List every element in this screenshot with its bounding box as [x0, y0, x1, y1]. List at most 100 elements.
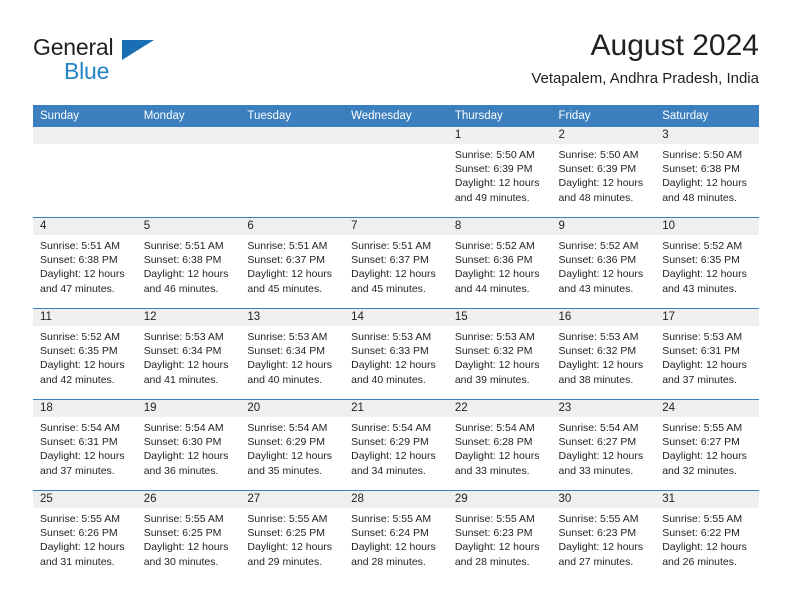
- day-cell-content: 5 Sunrise: 5:51 AM Sunset: 6:38 PM Daylight…: [136, 218, 241, 308]
- sunset-text: Sunset: 6:22 PM: [662, 527, 740, 540]
- calendar-body: 1 Sunrise: 5:50 AM Sunset: 6:39 PM Daylight…: [33, 127, 759, 581]
- calendar-day-cell[interactable]: 23 Sunrise: 5:54 AM Sunset: 6:27 PM Dayligh…: [551, 399, 656, 491]
- day-number: 10: [655, 218, 759, 235]
- calendar-day-cell[interactable]: [33, 127, 137, 218]
- day-detail-lines: Sunrise: 5:55 AM Sunset: 6:27 PM Daylight:…: [655, 417, 759, 478]
- day-detail-lines: Sunrise: 5:55 AM Sunset: 6:25 PM Daylight:…: [240, 508, 344, 569]
- page-header: General Blue August 2024 Vetapalem, Andh…: [33, 28, 759, 96]
- day-number: 26: [136, 491, 241, 508]
- calendar-day-cell[interactable]: [240, 127, 345, 218]
- sunrise-text: Sunrise: 5:51 AM: [247, 240, 328, 252]
- calendar-day-cell[interactable]: 1 Sunrise: 5:50 AM Sunset: 6:39 PM Daylight…: [447, 127, 552, 218]
- calendar-day-cell[interactable]: 27 Sunrise: 5:55 AM Sunset: 6:25 PM Dayligh…: [240, 490, 345, 581]
- daylight-text: Daylight: 12 hours: [247, 359, 333, 372]
- day-number: [344, 127, 448, 144]
- sunrise-text: Sunrise: 5:52 AM: [40, 331, 120, 343]
- day-number: 24: [655, 400, 759, 417]
- sunrise-text: Sunrise: 5:54 AM: [558, 422, 639, 434]
- logo-text-blue: Blue: [64, 58, 110, 84]
- day-cell-content: 25 Sunrise: 5:55 AM Sunset: 6:26 PM Dayligh…: [33, 491, 137, 581]
- calendar-day-cell[interactable]: 8 Sunrise: 5:52 AM Sunset: 6:36 PM Daylight…: [447, 217, 552, 309]
- daylight-text: Daylight: 12 hours: [662, 268, 747, 281]
- sunset-text: Sunset: 6:24 PM: [351, 527, 429, 540]
- day-detail-lines: Sunrise: 5:55 AM Sunset: 6:23 PM Daylight:…: [448, 508, 552, 569]
- daylight-text: and 44 minutes.: [454, 282, 530, 295]
- calendar-day-cell[interactable]: 28 Sunrise: 5:55 AM Sunset: 6:24 PM Dayligh…: [344, 490, 448, 581]
- daylight-text: and 47 minutes.: [40, 282, 115, 295]
- day-number: 21: [344, 400, 448, 417]
- sunrise-text: Sunrise: 5:50 AM: [662, 149, 743, 161]
- calendar-day-cell[interactable]: 4 Sunrise: 5:51 AM Sunset: 6:38 PM Daylight…: [33, 217, 137, 309]
- calendar-day-cell[interactable]: 24 Sunrise: 5:55 AM Sunset: 6:27 PM Dayligh…: [655, 399, 759, 491]
- calendar-day-cell[interactable]: 6 Sunrise: 5:51 AM Sunset: 6:37 PM Daylight…: [240, 217, 345, 309]
- sunset-text: Sunset: 6:32 PM: [558, 345, 637, 358]
- calendar-day-cell[interactable]: 30 Sunrise: 5:55 AM Sunset: 6:23 PM Dayligh…: [551, 490, 656, 581]
- calendar-day-cell[interactable]: 19 Sunrise: 5:54 AM Sunset: 6:30 PM Dayligh…: [136, 399, 241, 491]
- daylight-text: Daylight: 12 hours: [351, 541, 436, 554]
- sunset-text: Sunset: 6:23 PM: [454, 527, 533, 540]
- calendar-day-cell[interactable]: 7 Sunrise: 5:51 AM Sunset: 6:37 PM Daylight…: [344, 217, 448, 309]
- calendar-day-cell[interactable]: 21 Sunrise: 5:54 AM Sunset: 6:29 PM Dayligh…: [344, 399, 448, 491]
- calendar-day-cell[interactable]: 18 Sunrise: 5:54 AM Sunset: 6:31 PM Dayligh…: [33, 399, 137, 491]
- day-number: 20: [240, 400, 345, 417]
- calendar-day-cell[interactable]: 16 Sunrise: 5:53 AM Sunset: 6:32 PM Dayligh…: [551, 308, 656, 400]
- sunrise-text: Sunrise: 5:53 AM: [558, 331, 639, 343]
- day-detail-lines: Sunrise: 5:53 AM Sunset: 6:34 PM Daylight:…: [240, 326, 344, 387]
- calendar-day-cell[interactable]: 14 Sunrise: 5:53 AM Sunset: 6:33 PM Dayligh…: [344, 308, 448, 400]
- day-detail-lines: Sunrise: 5:52 AM Sunset: 6:36 PM Daylight:…: [552, 235, 656, 296]
- calendar-day-cell[interactable]: 31 Sunrise: 5:55 AM Sunset: 6:22 PM Dayligh…: [655, 490, 759, 581]
- day-cell-content: 6 Sunrise: 5:51 AM Sunset: 6:37 PM Daylight…: [240, 218, 345, 308]
- day-number: 31: [655, 491, 759, 508]
- sunrise-text: Sunrise: 5:53 AM: [662, 331, 743, 343]
- calendar-week-row: 1 Sunrise: 5:50 AM Sunset: 6:39 PM Daylight…: [33, 127, 759, 218]
- calendar-day-cell[interactable]: 13 Sunrise: 5:53 AM Sunset: 6:34 PM Dayligh…: [240, 308, 345, 400]
- calendar-day-cell[interactable]: 22 Sunrise: 5:54 AM Sunset: 6:28 PM Dayligh…: [447, 399, 552, 491]
- calendar-day-cell[interactable]: 29 Sunrise: 5:55 AM Sunset: 6:23 PM Dayligh…: [447, 490, 552, 581]
- sunrise-text: Sunrise: 5:53 AM: [351, 331, 432, 343]
- day-detail-lines: Sunrise: 5:51 AM Sunset: 6:38 PM Daylight:…: [137, 235, 241, 296]
- sunset-text: Sunset: 6:35 PM: [40, 345, 118, 358]
- daylight-text: and 43 minutes.: [558, 282, 634, 295]
- day-detail-lines: Sunrise: 5:51 AM Sunset: 6:37 PM Daylight:…: [240, 235, 344, 296]
- sunset-text: Sunset: 6:32 PM: [454, 345, 533, 358]
- sunset-text: Sunset: 6:28 PM: [454, 436, 533, 449]
- day-cell-content: [240, 127, 345, 217]
- calendar-day-cell[interactable]: 3 Sunrise: 5:50 AM Sunset: 6:38 PM Daylight…: [655, 127, 759, 218]
- daylight-text: and 28 minutes.: [454, 555, 530, 568]
- daylight-text: and 38 minutes.: [558, 373, 634, 386]
- sunrise-text: Sunrise: 5:55 AM: [454, 513, 535, 525]
- day-number: 9: [551, 218, 656, 235]
- calendar-day-cell[interactable]: 25 Sunrise: 5:55 AM Sunset: 6:26 PM Dayligh…: [33, 490, 137, 581]
- calendar-day-cell[interactable]: [136, 127, 241, 218]
- day-detail-lines: Sunrise: 5:51 AM Sunset: 6:38 PM Daylight:…: [33, 235, 137, 296]
- calendar-day-cell[interactable]: [344, 127, 448, 218]
- general-blue-logo[interactable]: General Blue: [33, 34, 163, 90]
- calendar-day-cell[interactable]: 12 Sunrise: 5:53 AM Sunset: 6:34 PM Dayligh…: [136, 308, 241, 400]
- calendar-day-cell[interactable]: 9 Sunrise: 5:52 AM Sunset: 6:36 PM Daylight…: [551, 217, 656, 309]
- daylight-text: and 30 minutes.: [143, 555, 219, 568]
- daylight-text: and 48 minutes.: [558, 191, 634, 204]
- daylight-text: Daylight: 12 hours: [662, 541, 747, 554]
- calendar-day-cell[interactable]: 5 Sunrise: 5:51 AM Sunset: 6:38 PM Daylight…: [136, 217, 241, 309]
- calendar-day-cell[interactable]: 26 Sunrise: 5:55 AM Sunset: 6:25 PM Dayligh…: [136, 490, 241, 581]
- calendar-day-cell[interactable]: 2 Sunrise: 5:50 AM Sunset: 6:39 PM Daylight…: [551, 127, 656, 218]
- day-number: 6: [240, 218, 345, 235]
- daylight-text: Daylight: 12 hours: [454, 541, 540, 554]
- calendar-day-cell[interactable]: 10 Sunrise: 5:52 AM Sunset: 6:35 PM Dayligh…: [655, 217, 759, 309]
- day-detail-lines: Sunrise: 5:53 AM Sunset: 6:32 PM Daylight:…: [552, 326, 656, 387]
- calendar-day-cell[interactable]: 20 Sunrise: 5:54 AM Sunset: 6:29 PM Dayligh…: [240, 399, 345, 491]
- calendar-day-cell[interactable]: 11 Sunrise: 5:52 AM Sunset: 6:35 PM Dayligh…: [33, 308, 137, 400]
- calendar-day-cell[interactable]: 15 Sunrise: 5:53 AM Sunset: 6:32 PM Dayligh…: [447, 308, 552, 400]
- day-number: 18: [33, 400, 137, 417]
- day-cell-content: 29 Sunrise: 5:55 AM Sunset: 6:23 PM Dayligh…: [447, 491, 552, 581]
- daylight-text: and 27 minutes.: [558, 555, 634, 568]
- daylight-text: and 40 minutes.: [247, 373, 323, 386]
- day-cell-content: 7 Sunrise: 5:51 AM Sunset: 6:37 PM Daylight…: [344, 218, 448, 308]
- sunrise-text: Sunrise: 5:51 AM: [351, 240, 432, 252]
- daylight-text: Daylight: 12 hours: [40, 541, 125, 554]
- daylight-text: Daylight: 12 hours: [40, 450, 125, 463]
- daylight-text: Daylight: 12 hours: [40, 268, 125, 281]
- sunset-text: Sunset: 6:38 PM: [40, 254, 118, 267]
- calendar-day-cell[interactable]: 17 Sunrise: 5:53 AM Sunset: 6:31 PM Dayligh…: [655, 308, 759, 400]
- calendar-page: General Blue August 2024 Vetapalem, Andh…: [0, 0, 792, 612]
